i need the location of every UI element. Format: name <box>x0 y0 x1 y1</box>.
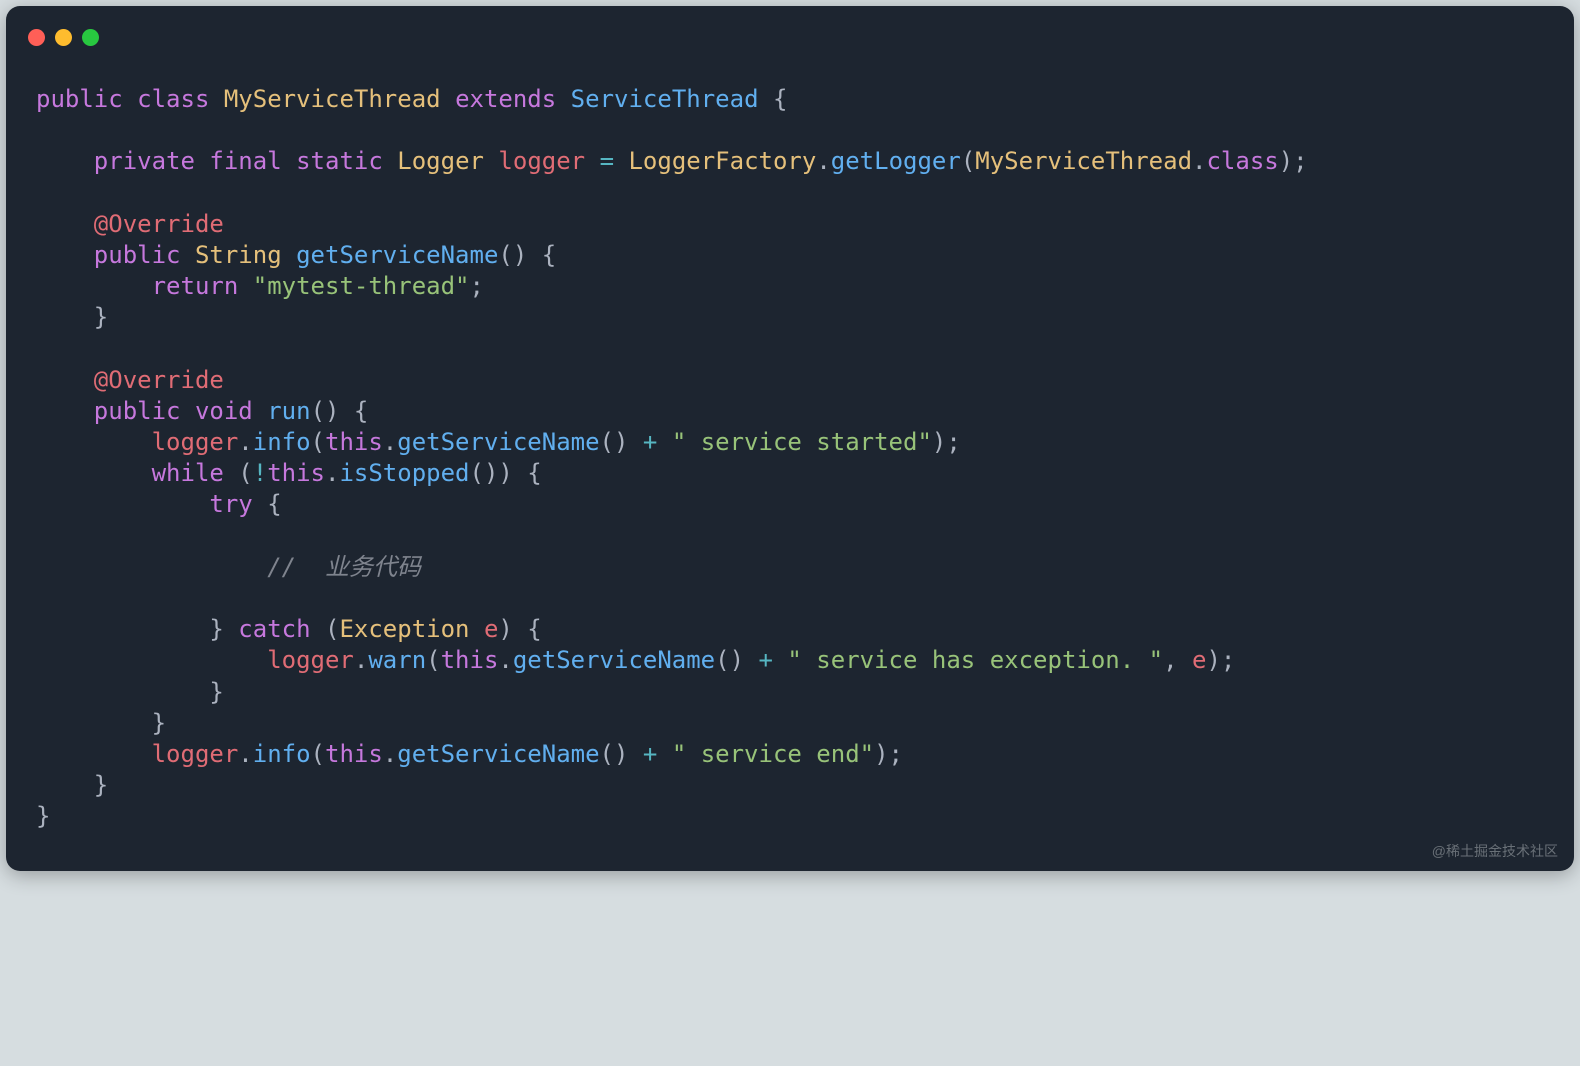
annotation-override: @Override <box>94 366 224 394</box>
string-literal: " service has exception. " <box>787 646 1163 674</box>
code-window: public class MyServiceThread extends Ser… <box>6 6 1574 871</box>
keyword-return: return <box>152 272 239 300</box>
minimize-icon[interactable] <box>55 29 72 46</box>
method-isstopped: isStopped <box>339 459 469 487</box>
keyword-static: static <box>296 147 383 175</box>
param-e: e <box>484 615 498 643</box>
keyword-while: while <box>152 459 224 487</box>
var-logger: logger <box>498 147 585 175</box>
code-block: public class MyServiceThread extends Ser… <box>6 64 1574 843</box>
keyword-extends: extends <box>455 85 556 113</box>
string-literal: "mytest-thread" <box>253 272 470 300</box>
method-info: info <box>253 428 311 456</box>
maximize-icon[interactable] <box>82 29 99 46</box>
window-titlebar <box>6 24 1574 64</box>
close-icon[interactable] <box>28 29 45 46</box>
type-logger: Logger <box>397 147 484 175</box>
keyword-void: void <box>195 397 253 425</box>
method-gsn: getServiceName <box>513 646 715 674</box>
watermark: @稀土掘金技术社区 <box>1432 841 1558 861</box>
keyword-catch: catch <box>238 615 310 643</box>
var-e: e <box>1192 646 1206 674</box>
logger-factory: LoggerFactory <box>628 147 816 175</box>
keyword-this: this <box>267 459 325 487</box>
method-gsn: getServiceName <box>397 740 599 768</box>
keyword-public: public <box>94 241 181 269</box>
method-getlogger: getLogger <box>831 147 961 175</box>
type-exception: Exception <box>339 615 469 643</box>
keyword-this: this <box>441 646 499 674</box>
annotation-override: @Override <box>94 210 224 238</box>
comment: // 业务代码 <box>267 553 421 581</box>
keyword-class-ref: class <box>1206 147 1278 175</box>
method-info: info <box>253 740 311 768</box>
keyword-try: try <box>209 490 252 518</box>
string-literal: " service end" <box>672 740 874 768</box>
keyword-public: public <box>94 397 181 425</box>
method-getservicename: getServiceName <box>296 241 498 269</box>
keyword-private: private <box>94 147 195 175</box>
string-literal: " service started" <box>672 428 932 456</box>
keyword-class: class <box>137 85 209 113</box>
var-logger: logger <box>152 428 239 456</box>
var-logger: logger <box>267 646 354 674</box>
parent-class: ServiceThread <box>571 85 759 113</box>
type-string: String <box>195 241 282 269</box>
keyword-final: final <box>209 147 281 175</box>
method-gsn: getServiceName <box>397 428 599 456</box>
keyword-public: public <box>36 85 123 113</box>
var-logger: logger <box>152 740 239 768</box>
class-arg: MyServiceThread <box>975 147 1192 175</box>
method-warn: warn <box>368 646 426 674</box>
keyword-this: this <box>325 740 383 768</box>
method-run: run <box>267 397 310 425</box>
keyword-this: this <box>325 428 383 456</box>
class-name: MyServiceThread <box>224 85 441 113</box>
